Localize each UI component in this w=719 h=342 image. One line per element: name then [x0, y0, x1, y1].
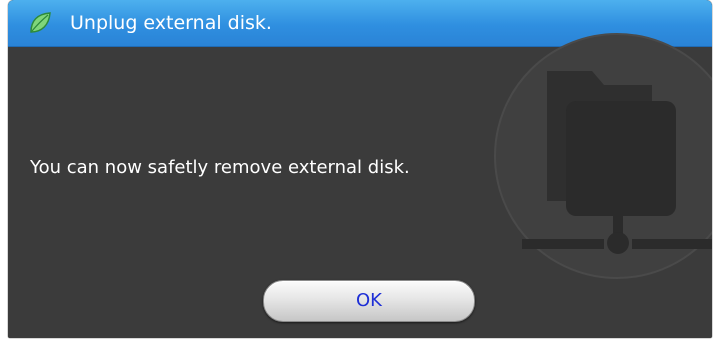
dialog-message: You can now safetly remove external disk…	[30, 157, 410, 178]
ok-button[interactable]: OK	[263, 280, 475, 322]
network-folder-icon	[494, 33, 712, 279]
window-title: Unplug external disk.	[70, 12, 272, 34]
unplug-dialog: Unplug external disk. You can now safetl…	[8, 0, 712, 338]
dialog-body: You can now safetly remove external disk…	[8, 33, 712, 338]
green-leaf-icon	[28, 11, 52, 35]
